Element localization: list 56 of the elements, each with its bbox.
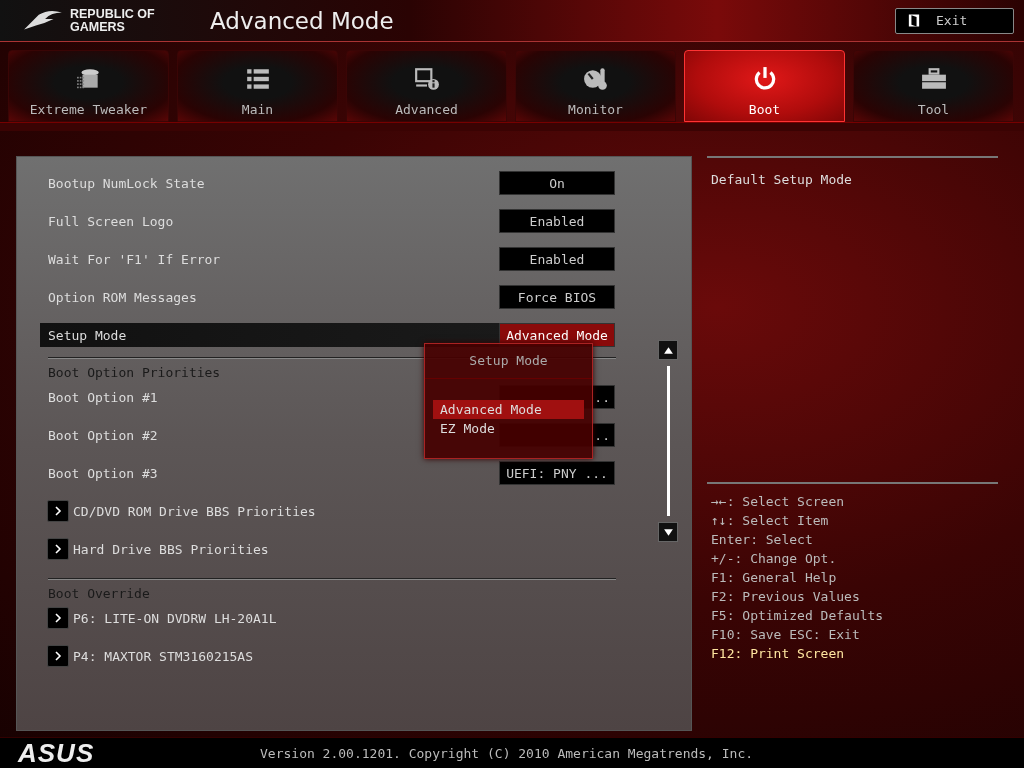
- submenu-link[interactable]: CD/DVD ROM Drive BBS Priorities: [73, 503, 316, 519]
- setting-label: Boot Option #3: [48, 465, 158, 481]
- section-heading: Boot Override: [48, 585, 150, 603]
- setting-label: Wait For 'F1' If Error: [48, 251, 221, 267]
- submenu-link[interactable]: P4: MAXTOR STM3160215AS: [73, 648, 253, 664]
- tab[interactable]: Advanced: [346, 50, 507, 122]
- scroll-down-icon[interactable]: [658, 522, 678, 542]
- tab[interactable]: Main: [177, 50, 338, 122]
- scrollbar[interactable]: [658, 340, 678, 542]
- setting-label: Option ROM Messages: [48, 289, 197, 305]
- chevron-right-icon: [47, 607, 69, 629]
- setting-value[interactable]: On: [499, 171, 615, 195]
- chevron-right-icon: [47, 500, 69, 522]
- setting-label: Bootup NumLock State: [48, 175, 205, 191]
- popup-option[interactable]: Advanced Mode: [433, 400, 584, 419]
- key-hint: F1: General Help: [711, 569, 838, 587]
- key-hint: ↑↓: Select Item: [711, 512, 830, 530]
- tab[interactable]: Monitor: [515, 50, 676, 122]
- list-icon: [244, 66, 271, 92]
- selected-row-bar[interactable]: Setup Mode Advanced Mode: [40, 323, 615, 347]
- gauge-thermometer-icon: [582, 66, 609, 92]
- key-hint: F2: Previous Values: [711, 588, 861, 606]
- key-hint: F10: Save ESC: Exit: [711, 626, 861, 644]
- setting-label: Boot Option #2: [48, 427, 158, 443]
- submenu-link[interactable]: Hard Drive BBS Priorities: [73, 541, 269, 557]
- setting-label: Boot Option #1: [48, 389, 158, 405]
- chevron-right-icon: [47, 645, 69, 667]
- setting-value[interactable]: Enabled: [499, 209, 615, 233]
- submenu-link[interactable]: P6: LITE-ON DVDRW LH-20A1L: [73, 610, 277, 626]
- key-hint: Enter: Select: [711, 531, 814, 549]
- version-text: Version 2.00.1201. Copyright (C) 2010 American Megatrends, Inc.: [260, 745, 754, 761]
- key-hint: →←: Select Screen: [711, 493, 846, 511]
- chevron-right-icon: [47, 538, 69, 560]
- monitor-info-icon: [413, 66, 440, 92]
- popup-title: Setup Mode: [425, 344, 592, 379]
- tab[interactable]: Extreme Tweaker: [8, 50, 169, 122]
- popup-option[interactable]: EZ Mode: [433, 419, 584, 438]
- key-hint: F12: Print Screen: [711, 645, 846, 663]
- setting-value[interactable]: Enabled: [499, 247, 615, 271]
- section-heading: Boot Option Priorities: [48, 364, 221, 382]
- setting-label: Full Screen Logo: [48, 213, 174, 229]
- key-hint: F5: Optimized Defaults: [711, 607, 885, 625]
- toolbox-icon: [920, 66, 947, 92]
- tab[interactable]: Boot: [684, 50, 845, 122]
- page-title: Advanced Mode: [210, 7, 395, 34]
- scroll-up-icon[interactable]: [658, 340, 678, 360]
- tab[interactable]: Tool: [853, 50, 1014, 122]
- setting-label: Setup Mode: [48, 327, 127, 343]
- key-hint: +/-: Change Opt.: [711, 550, 838, 568]
- exit-button[interactable]: Exit: [895, 7, 1014, 34]
- setting-value[interactable]: Force BIOS: [499, 285, 615, 309]
- setting-value[interactable]: UEFI: PNY ...: [499, 461, 615, 485]
- door-icon: [908, 13, 920, 28]
- brand-logo: ASUS: [18, 737, 96, 768]
- logo-text: REPUBLIC OF GAMERS: [70, 7, 155, 34]
- help-description: Default Setup Mode: [707, 156, 998, 482]
